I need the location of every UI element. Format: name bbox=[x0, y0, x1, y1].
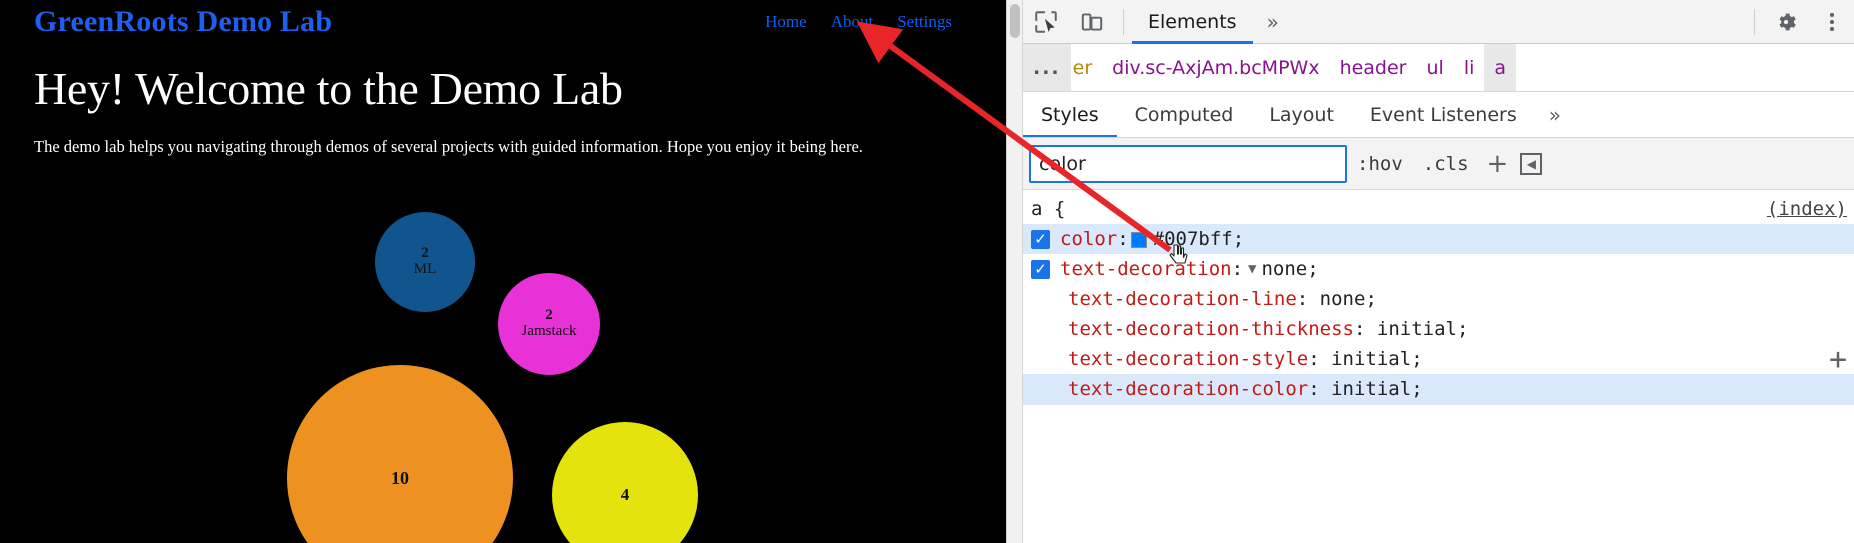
chevron-double-right-icon[interactable]: » bbox=[1253, 10, 1293, 34]
declaration-property[interactable]: text-decoration-thickness bbox=[1068, 318, 1354, 340]
breadcrumb-item-header[interactable]: header bbox=[1330, 44, 1417, 91]
hov-toggle-button[interactable]: :hov bbox=[1347, 153, 1413, 175]
breadcrumb-item-div[interactable]: div.sc-AxjAm.bcMPWx bbox=[1102, 44, 1329, 91]
bubble-chart: 2 ML 2 Jamstack 10 4 bbox=[0, 190, 1006, 543]
declaration-property[interactable]: color bbox=[1060, 228, 1117, 250]
bubble-jamstack[interactable]: 2 Jamstack bbox=[498, 273, 600, 375]
breadcrumb-item-a[interactable]: a bbox=[1484, 44, 1517, 91]
toolbar-divider-right bbox=[1754, 8, 1755, 35]
declaration-text-decoration[interactable]: text-decoration: ▼ none; bbox=[1023, 254, 1854, 284]
declaration-text-decoration-line[interactable]: text-decoration-line: none; bbox=[1023, 284, 1854, 314]
declaration-value[interactable]: none bbox=[1320, 288, 1366, 310]
declaration-property[interactable]: text-decoration bbox=[1060, 258, 1232, 280]
breadcrumb-item-ul[interactable]: ul bbox=[1417, 44, 1454, 91]
tab-computed[interactable]: Computed bbox=[1117, 92, 1252, 137]
expander-triangle-icon[interactable]: ▼ bbox=[1248, 261, 1256, 277]
styles-filter-input[interactable] bbox=[1029, 144, 1347, 183]
site-navbar: GreenRoots Demo Lab Home About Settings bbox=[0, 0, 1006, 44]
declaration-value[interactable]: initial bbox=[1331, 348, 1411, 370]
declaration-value[interactable]: none bbox=[1261, 258, 1307, 280]
styles-filter-bar: :hov .cls + ◀ bbox=[1023, 138, 1854, 190]
collapse-panel-icon[interactable]: ◀ bbox=[1520, 152, 1543, 175]
bubble-count: 10 bbox=[391, 467, 409, 488]
bubble-ml[interactable]: 2 ML bbox=[375, 212, 475, 312]
page-intro-text: The demo lab helps you navigating throug… bbox=[34, 137, 863, 156]
web-page-viewport: GreenRoots Demo Lab Home About Settings … bbox=[0, 0, 1006, 543]
bubble-label: ML bbox=[413, 261, 437, 277]
nav-link-about[interactable]: About bbox=[831, 12, 874, 32]
declaration-value[interactable]: initial bbox=[1331, 378, 1411, 400]
plus-icon[interactable]: + bbox=[1479, 149, 1517, 179]
declaration-value[interactable]: initial bbox=[1377, 318, 1457, 340]
declaration-value[interactable]: #007bff bbox=[1153, 228, 1233, 250]
sidebar-more-tabs-icon[interactable]: » bbox=[1535, 103, 1575, 127]
declaration-text-decoration-thickness[interactable]: text-decoration-thickness: initial; bbox=[1023, 314, 1854, 344]
add-rule-plus-icon[interactable]: + bbox=[1829, 345, 1847, 375]
tab-layout[interactable]: Layout bbox=[1251, 92, 1352, 137]
tab-styles[interactable]: Styles bbox=[1023, 92, 1117, 137]
dom-breadcrumb: ... er div.sc-AxjAm.bcMPWx header ul li … bbox=[1023, 44, 1854, 92]
nav-link-home[interactable]: Home bbox=[765, 12, 807, 32]
kebab-menu-icon[interactable] bbox=[1809, 0, 1854, 44]
bubble-label: Jamstack bbox=[521, 323, 577, 339]
devtools-toolbar: Elements » bbox=[1023, 0, 1854, 44]
rule-origin-link[interactable]: (index) bbox=[1767, 198, 1847, 220]
declaration-checkbox[interactable] bbox=[1031, 259, 1050, 279]
site-brand-title[interactable]: GreenRoots Demo Lab bbox=[34, 5, 332, 39]
styles-rules-pane: a { (index) color: #007bff; text-decorat… bbox=[1023, 190, 1854, 405]
bubble-count: 2 bbox=[421, 245, 429, 262]
tab-event-listeners[interactable]: Event Listeners bbox=[1352, 92, 1535, 137]
breadcrumb-item-truncated[interactable]: er bbox=[1071, 44, 1103, 91]
gear-icon[interactable] bbox=[1763, 0, 1809, 44]
bubble-count: 2 bbox=[545, 307, 553, 324]
breadcrumb-item-li[interactable]: li bbox=[1454, 44, 1485, 91]
declaration-text-decoration-color[interactable]: text-decoration-color: initial; bbox=[1023, 374, 1854, 404]
styles-sidebar-tabs: Styles Computed Layout Event Listeners » bbox=[1023, 92, 1854, 138]
site-nav-links: Home About Settings bbox=[765, 12, 952, 32]
device-toolbar-icon[interactable] bbox=[1069, 0, 1115, 44]
toolbar-divider bbox=[1123, 8, 1124, 35]
inspect-cursor-icon[interactable] bbox=[1023, 0, 1069, 44]
bubble-item-2[interactable]: 10 bbox=[287, 365, 513, 543]
nav-link-settings[interactable]: Settings bbox=[897, 12, 952, 32]
bubble-item-3[interactable]: 4 bbox=[552, 422, 698, 543]
page-vertical-scrollbar[interactable] bbox=[1007, 0, 1023, 543]
tab-elements[interactable]: Elements bbox=[1132, 0, 1253, 44]
bubble-count: 4 bbox=[620, 485, 630, 505]
declaration-text-decoration-style[interactable]: text-decoration-style: initial; bbox=[1023, 344, 1854, 374]
devtools-panel: Elements » ... er div.sc-AxjAm.bcMPWx he… bbox=[1006, 0, 1854, 543]
declaration-property[interactable]: text-decoration-style bbox=[1068, 348, 1308, 370]
declaration-background-color[interactable]: background-color: transparent; bbox=[1023, 404, 1854, 405]
rule-selector-line[interactable]: a { (index) bbox=[1023, 194, 1854, 224]
screenshot-root: GreenRoots Demo Lab Home About Settings … bbox=[0, 0, 1854, 543]
hero-section: Hey! Welcome to the Demo Lab The demo la… bbox=[0, 44, 1006, 157]
declaration-property[interactable]: text-decoration-line bbox=[1068, 288, 1297, 310]
page-title: Hey! Welcome to the Demo Lab bbox=[34, 63, 623, 114]
declaration-property[interactable]: text-decoration-color bbox=[1068, 378, 1308, 400]
rule-selector: a { bbox=[1031, 198, 1066, 220]
scrollbar-thumb[interactable] bbox=[1010, 4, 1020, 38]
breadcrumb-overflow[interactable]: ... bbox=[1023, 44, 1071, 91]
declaration-checkbox[interactable] bbox=[1031, 229, 1050, 249]
declaration-color[interactable]: color: #007bff; bbox=[1023, 224, 1854, 254]
color-swatch[interactable] bbox=[1130, 232, 1147, 248]
cls-toggle-button[interactable]: .cls bbox=[1413, 153, 1479, 175]
